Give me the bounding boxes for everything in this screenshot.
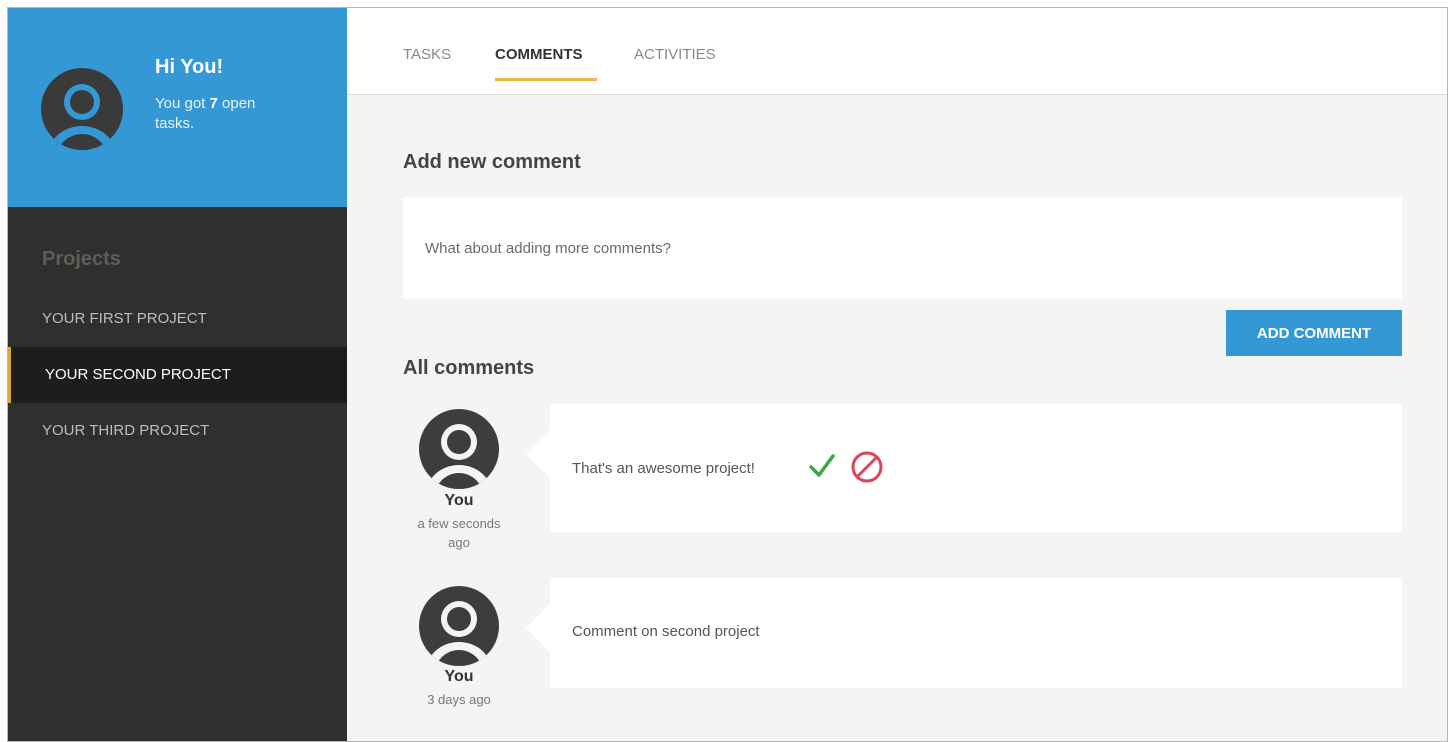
sidebar-item-third-project[interactable]: YOUR THIRD PROJECT [8, 403, 347, 459]
sidebar: Hi You! You got 7 open tasks. Projects Y… [8, 8, 347, 741]
user-avatar-icon [41, 68, 123, 150]
comment-text: Comment on second project [572, 623, 760, 640]
comment-author: You [444, 668, 474, 685]
open-tasks-summary: You got 7 open tasks. [155, 95, 256, 132]
comment-text: That's an awesome project! [572, 460, 755, 477]
add-comment-button[interactable]: ADD COMMENT [1226, 310, 1402, 356]
comment-bubble: Comment on second project [526, 578, 1402, 688]
comment-avatar-icon [419, 586, 499, 666]
check-icon[interactable] [807, 451, 837, 481]
user-greeting: Hi You! [155, 56, 224, 78]
tab-tasks[interactable]: TASKS [403, 46, 451, 63]
add-comment-heading: Add new comment [403, 151, 581, 173]
main-content: TASKS COMMENTS ACTIVITIES Add new commen… [347, 8, 1447, 741]
tab-activities[interactable]: ACTIVITIES [634, 46, 716, 63]
app-window: Hi You! You got 7 open tasks. Projects Y… [7, 7, 1448, 742]
comment-avatar-icon [419, 409, 499, 489]
comment-bubble: That's an awesome project! [526, 404, 1402, 532]
active-tab-indicator [495, 78, 597, 81]
tab-bar: TASKS COMMENTS ACTIVITIES [347, 8, 1447, 95]
user-panel: Hi You! You got 7 open tasks. [8, 8, 347, 207]
open-tasks-count: 7 [209, 95, 218, 112]
projects-heading: Projects [42, 248, 121, 270]
sidebar-item-first-project[interactable]: YOUR FIRST PROJECT [8, 291, 347, 347]
ban-icon[interactable] [850, 450, 884, 484]
sidebar-item-second-project[interactable]: YOUR SECOND PROJECT [8, 347, 347, 403]
comment-timestamp: a few seconds ago [417, 516, 501, 550]
comment-item: You a few seconds ago That's an awesome … [403, 404, 1402, 550]
comment-timestamp: 3 days ago [427, 692, 491, 707]
comment-item: You 3 days ago Comment on second project [403, 578, 1402, 707]
comment-author: You [444, 492, 474, 509]
new-comment-input[interactable] [403, 197, 1402, 299]
all-comments-heading: All comments [403, 357, 535, 379]
tab-comments[interactable]: COMMENTS [495, 46, 583, 63]
